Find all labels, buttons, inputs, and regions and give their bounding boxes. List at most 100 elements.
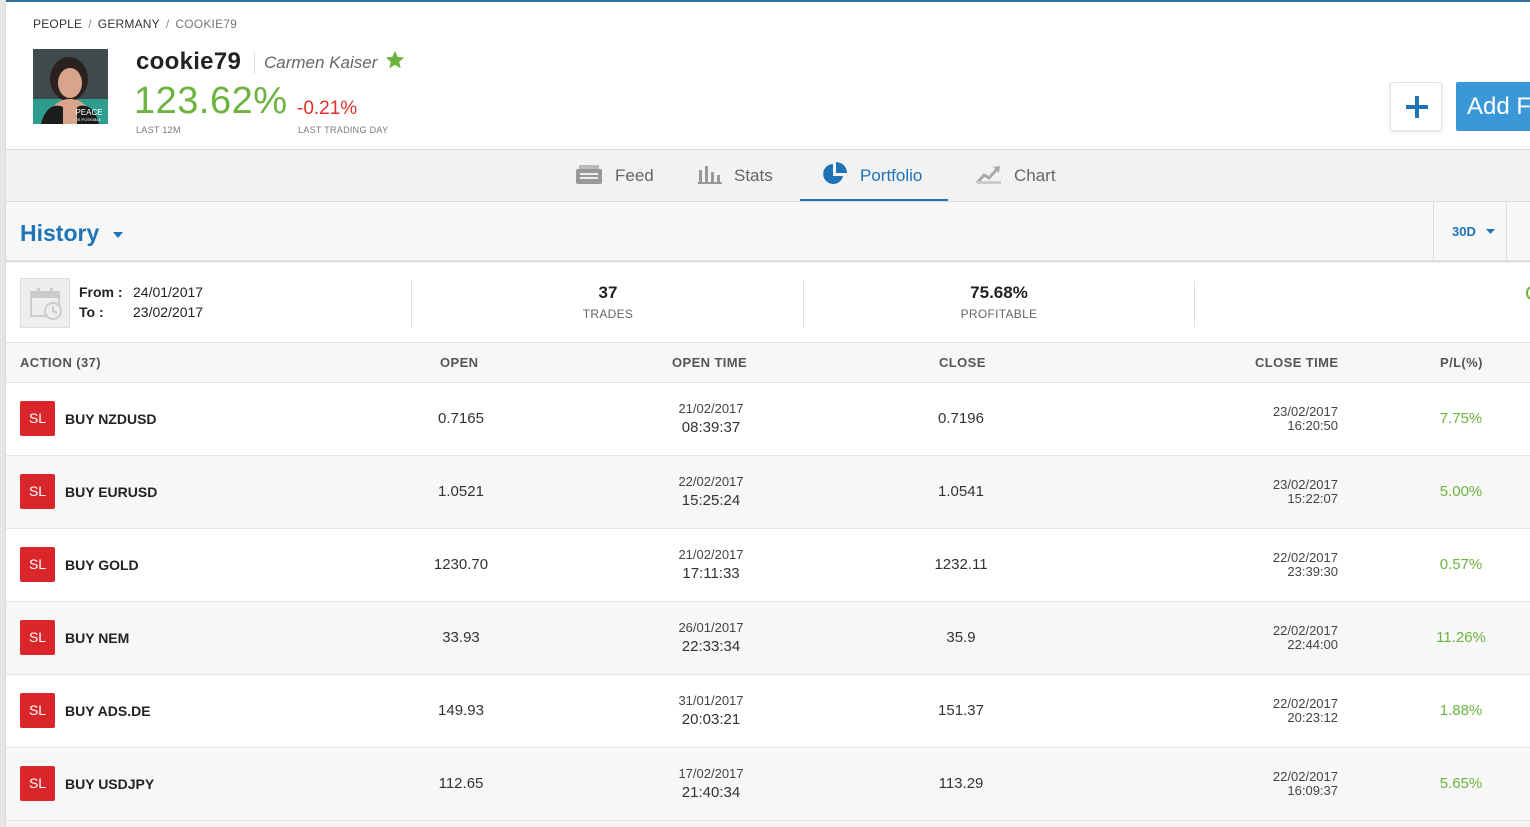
stop-loss-badge: SL <box>20 766 55 801</box>
close-time: 16:20:50 <box>1287 418 1338 433</box>
profit-loss: 1.88% <box>1439 702 1483 719</box>
col-open-time[interactable]: OPEN TIME <box>672 355 747 370</box>
calendar-icon <box>30 288 62 320</box>
gain-value: 123.62% <box>134 80 288 122</box>
close-rate: 151.37 <box>938 702 984 719</box>
period-selector[interactable]: 30D <box>1433 202 1507 260</box>
open-date: 22/02/2017 <box>678 474 744 489</box>
profitable-stat: 75.68% PROFITABLE <box>899 283 1099 321</box>
open-datetime: 21/02/2017 17:11:33 <box>651 545 771 583</box>
tab-feed[interactable]: Feed <box>575 150 654 202</box>
profitable-value: 75.68% <box>970 283 1028 302</box>
divider <box>1194 281 1195 327</box>
profit-loss: 7.75% <box>1439 410 1483 427</box>
close-date: 22/02/2017 <box>1272 550 1338 565</box>
open-time: 21:40:34 <box>681 784 741 801</box>
trades-table: SL BUY NZDUSD 0.7165 21/02/2017 08:39:37 … <box>6 383 1530 821</box>
stop-loss-badge: SL <box>20 547 55 582</box>
close-datetime: 22/02/2017 16:09:37 <box>1218 770 1338 798</box>
profit-loss: 0.57% <box>1439 556 1483 573</box>
avatar-caption: PEACE <box>75 108 102 117</box>
open-date: 26/01/2017 <box>678 620 744 635</box>
profitable-label: PROFITABLE <box>960 307 1038 321</box>
plus-icon <box>1406 96 1428 118</box>
divider <box>411 281 412 327</box>
app-frame: PEOPLE / GERMANY / COOKIE79 PEACE IS POSSIBL… <box>0 0 1530 827</box>
open-time: 15:25:24 <box>681 492 741 509</box>
to-date: 23/02/2017 <box>133 304 204 320</box>
breadcrumb-people[interactable]: PEOPLE <box>33 17 82 31</box>
close-time: 16:09:37 <box>1287 783 1338 798</box>
tab-stats[interactable]: Stats <box>698 150 773 202</box>
open-rate: 0.7165 <box>438 410 484 427</box>
plus-button[interactable] <box>1390 82 1442 131</box>
open-rate: 1230.70 <box>433 556 489 573</box>
col-close[interactable]: CLOSE <box>939 355 986 370</box>
avatar[interactable]: PEACE IS POSSIBLE <box>33 49 108 124</box>
table-row[interactable]: SL BUY NZDUSD 0.7165 21/02/2017 08:39:37 … <box>6 383 1530 456</box>
avatar-subcaption: IS POSSIBLE <box>77 117 102 122</box>
table-row[interactable]: SL BUY EURUSD 1.0521 22/02/2017 15:25:24 … <box>6 456 1530 529</box>
open-date: 31/01/2017 <box>678 693 744 708</box>
tab-chart[interactable]: Chart <box>975 150 1056 202</box>
close-time: 15:22:07 <box>1287 491 1338 506</box>
tab-portfolio[interactable]: Portfolio <box>822 150 922 202</box>
close-rate: 0.7196 <box>938 410 984 427</box>
date-picker-button[interactable] <box>20 278 70 328</box>
avatar-image: PEACE IS POSSIBLE <box>33 49 108 124</box>
open-rate: 149.93 <box>438 702 484 719</box>
open-datetime: 21/02/2017 08:39:37 <box>651 399 771 437</box>
col-close-time[interactable]: CLOSE TIME <box>1255 355 1338 370</box>
gain-label: LAST 12M <box>136 125 181 135</box>
to-label: To : <box>79 304 104 320</box>
chart-icon <box>975 163 1002 190</box>
trade-action[interactable]: BUY USDJPY <box>65 776 154 792</box>
stats-icon <box>698 164 722 189</box>
open-time: 22:33:34 <box>681 638 741 655</box>
trade-action[interactable]: BUY NZDUSD <box>65 411 157 427</box>
feed-icon <box>575 163 603 190</box>
active-tab-indicator <box>800 199 948 201</box>
real-name: Carmen Kaiser <box>264 53 378 72</box>
pie-chart-icon <box>822 161 848 192</box>
profit-loss: 11.26% <box>1436 629 1486 646</box>
table-header: ACTION (37) OPEN OPEN TIME CLOSE CLOSE T… <box>6 343 1530 383</box>
close-date: 23/02/2017 <box>1272 404 1338 419</box>
profit-loss: 5.00% <box>1439 483 1483 500</box>
open-date: 17/02/2017 <box>678 766 744 781</box>
chevron-down-icon <box>1486 229 1495 234</box>
table-row[interactable]: SL BUY USDJPY 112.65 17/02/2017 21:40:34 … <box>6 748 1530 821</box>
open-rate: 33.93 <box>442 629 480 646</box>
profile-header: PEOPLE / GERMANY / COOKIE79 PEACE IS POSSIBL… <box>6 2 1530 150</box>
trade-action[interactable]: BUY GOLD <box>65 557 139 573</box>
close-time: 20:23:12 <box>1287 710 1338 725</box>
trade-action[interactable]: BUY NEM <box>65 630 129 646</box>
close-rate: 1.0541 <box>938 483 984 500</box>
star-icon[interactable] <box>384 49 406 71</box>
close-datetime: 22/02/2017 22:44:00 <box>1218 624 1338 652</box>
breadcrumb-country[interactable]: GERMANY <box>98 17 160 31</box>
close-time: 23:39:30 <box>1287 564 1338 579</box>
close-datetime: 22/02/2017 23:39:30 <box>1218 551 1338 579</box>
history-summary: From : 24/01/2017 To : 23/02/2017 37 TRADE… <box>6 263 1530 343</box>
add-button[interactable]: Add F <box>1456 82 1530 131</box>
col-action[interactable]: ACTION (37) <box>20 355 101 370</box>
history-dropdown[interactable]: History <box>20 220 99 247</box>
table-row[interactable]: SL BUY NEM 33.93 26/01/2017 22:33:34 35.9… <box>6 602 1530 675</box>
close-rate: 35.9 <box>946 629 976 646</box>
stop-loss-badge: SL <box>20 474 55 509</box>
open-datetime: 17/02/2017 21:40:34 <box>651 764 771 802</box>
chevron-down-icon[interactable] <box>113 232 123 238</box>
table-row[interactable]: SL BUY ADS.DE 149.93 31/01/2017 20:03:21 … <box>6 675 1530 748</box>
profit-loss: 5.65% <box>1439 775 1483 792</box>
col-open[interactable]: OPEN <box>440 355 478 370</box>
trade-action[interactable]: BUY EURUSD <box>65 484 157 500</box>
breadcrumb-current: COOKIE79 <box>175 17 238 31</box>
open-date: 21/02/2017 <box>678 547 744 562</box>
col-pl[interactable]: P/L(%) <box>1440 355 1483 370</box>
name-divider <box>254 52 255 74</box>
tab-chart-label: Chart <box>1014 166 1056 185</box>
table-row[interactable]: SL BUY GOLD 1230.70 21/02/2017 17:11:33 1… <box>6 529 1530 602</box>
trade-action[interactable]: BUY ADS.DE <box>65 703 151 719</box>
tab-portfolio-label: Portfolio <box>860 166 923 185</box>
